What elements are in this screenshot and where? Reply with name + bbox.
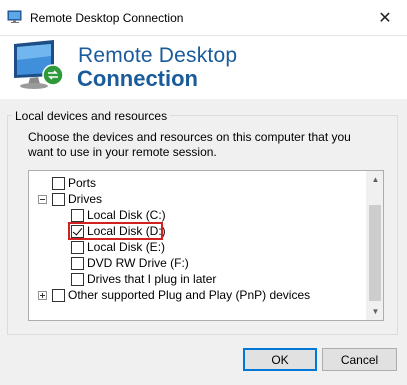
vertical-scrollbar[interactable]: ▲ ▼ bbox=[366, 171, 383, 320]
header-banner: Remote Desktop Connection bbox=[0, 36, 407, 99]
checkbox[interactable] bbox=[71, 208, 84, 222]
tree-item-label: Ports bbox=[68, 176, 97, 190]
checkbox[interactable] bbox=[71, 240, 84, 254]
banner-title-line2: Connection bbox=[77, 66, 198, 91]
tree-item-label: Other supported Plug and Play (PnP) devi… bbox=[68, 288, 311, 302]
checkbox[interactable] bbox=[71, 256, 84, 270]
tree-item-label: Local Disk (C:) bbox=[87, 208, 166, 222]
tree-item-label: Drives bbox=[68, 192, 103, 206]
cancel-button[interactable]: Cancel bbox=[322, 348, 397, 371]
checkbox[interactable] bbox=[52, 176, 65, 190]
remote-desktop-icon bbox=[7, 10, 22, 23]
scroll-thumb[interactable] bbox=[369, 205, 381, 301]
remote-desktop-logo-icon bbox=[14, 40, 64, 89]
checkbox[interactable] bbox=[71, 272, 84, 286]
tree-item-label: Drives that I plug in later bbox=[87, 272, 217, 286]
scroll-up-arrow-icon[interactable]: ▲ bbox=[367, 171, 384, 188]
tree-item-local-disk-e[interactable]: Local Disk (E:) bbox=[71, 239, 165, 255]
title-bar[interactable]: Remote Desktop Connection ✕ bbox=[0, 0, 407, 36]
tree-item-label: DVD RW Drive (F:) bbox=[87, 256, 189, 270]
devices-tree-list[interactable]: Ports Drives Local Disk (C:) Local Disk … bbox=[28, 170, 384, 321]
banner-title-line1: Remote Desktop bbox=[78, 44, 238, 67]
checkbox[interactable] bbox=[52, 288, 65, 302]
collapse-icon[interactable] bbox=[38, 194, 47, 204]
tree-item-ports[interactable]: Ports bbox=[52, 175, 96, 191]
scroll-down-arrow-icon[interactable]: ▼ bbox=[367, 303, 384, 320]
tree-item-dvd-rw-drive-f[interactable]: DVD RW Drive (F:) bbox=[71, 255, 189, 271]
tree-item-pnp-devices[interactable]: Other supported Plug and Play (PnP) devi… bbox=[38, 287, 310, 303]
close-button[interactable]: ✕ bbox=[373, 6, 397, 30]
tree-item-label: Local Disk (E:) bbox=[87, 240, 166, 254]
tree-item-drives-plug-in-later[interactable]: Drives that I plug in later bbox=[71, 271, 216, 287]
window-title: Remote Desktop Connection bbox=[30, 11, 184, 25]
checkbox[interactable] bbox=[52, 192, 65, 206]
selection-highlight-annotation bbox=[68, 222, 163, 240]
ok-button[interactable]: OK bbox=[243, 348, 317, 371]
tree-item-drives[interactable]: Drives bbox=[38, 191, 102, 207]
tree-item-local-disk-c[interactable]: Local Disk (C:) bbox=[71, 207, 166, 223]
groupbox-description: Choose the devices and resources on this… bbox=[28, 130, 351, 159]
groupbox-label: Local devices and resources bbox=[12, 109, 171, 123]
expand-icon[interactable] bbox=[38, 290, 47, 300]
